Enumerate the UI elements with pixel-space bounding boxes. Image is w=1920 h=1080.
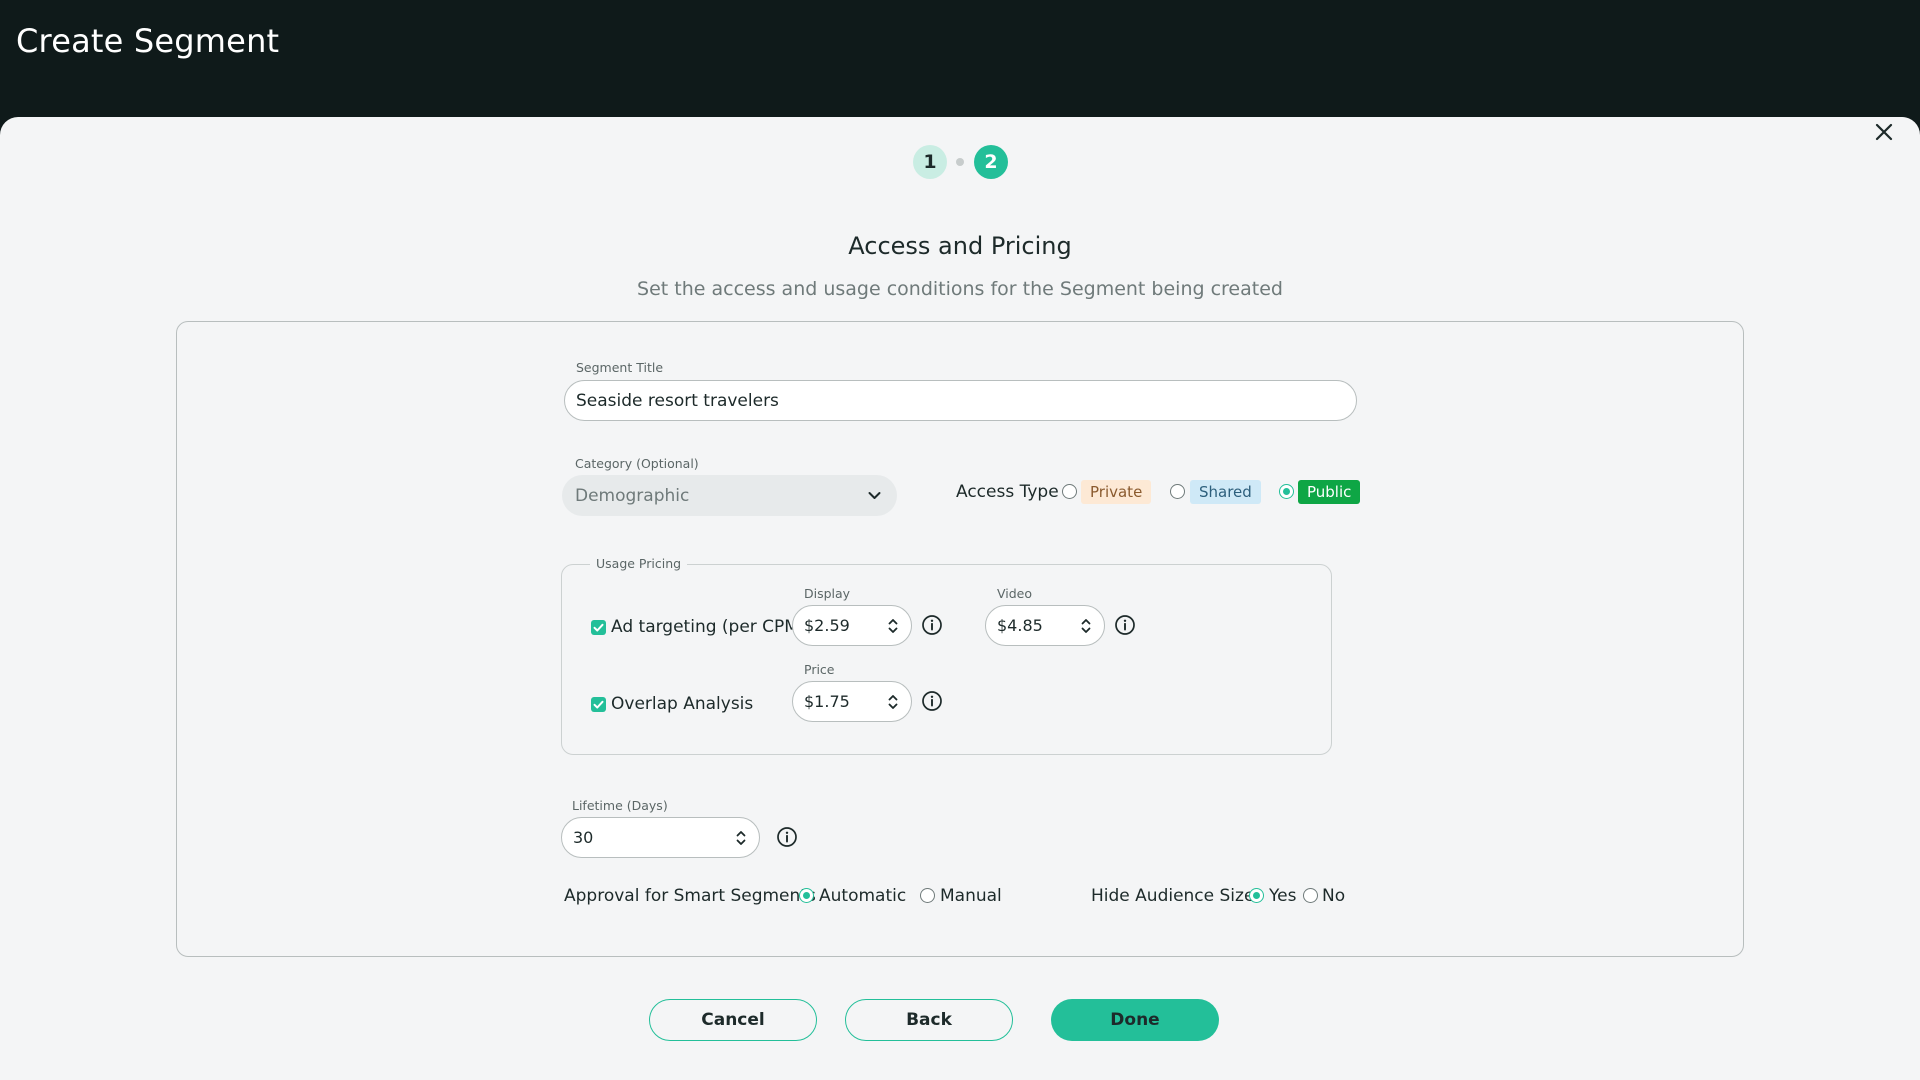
step-2-active[interactable]: 2 (974, 145, 1008, 179)
app-title: Create Segment (16, 22, 280, 60)
hide-audience-yes-label[interactable]: Yes (1269, 886, 1296, 906)
hide-audience-no-radio[interactable] (1303, 888, 1318, 903)
access-type-label: Access Type (956, 482, 1059, 502)
hide-audience-yes-radio[interactable] (1249, 888, 1264, 903)
spinner-arrows-icon[interactable] (887, 617, 899, 635)
info-icon[interactable] (1114, 614, 1136, 636)
category-select[interactable]: Demographic (562, 475, 897, 516)
stepper: 1 2 (913, 145, 1008, 179)
info-icon[interactable] (921, 690, 943, 712)
access-public-badge[interactable]: Public (1298, 480, 1361, 504)
step-connector-dot (956, 158, 964, 166)
display-price-value: $2.59 (804, 616, 850, 635)
ad-targeting-label: Ad targeting (per CPM) (611, 617, 806, 637)
close-button[interactable] (1870, 118, 1898, 146)
approval-label: Approval for Smart Segments (564, 886, 816, 906)
spinner-arrows-icon[interactable] (735, 829, 747, 847)
cancel-button[interactable]: Cancel (649, 999, 817, 1041)
close-icon (1875, 123, 1893, 141)
ad-targeting-checkbox[interactable] (591, 620, 606, 635)
page-subtitle: Set the access and usage conditions for … (637, 278, 1283, 300)
video-price-input[interactable]: $4.85 (985, 605, 1105, 646)
usage-pricing-group (561, 564, 1332, 755)
lifetime-label: Lifetime (Days) (572, 798, 668, 813)
info-icon[interactable] (921, 614, 943, 636)
spinner-arrows-icon[interactable] (887, 693, 899, 711)
step-1[interactable]: 1 (913, 145, 947, 179)
category-label: Category (Optional) (575, 456, 699, 471)
done-button[interactable]: Done (1051, 999, 1219, 1041)
segment-title-value: Seaside resort travelers (576, 390, 779, 411)
hide-audience-size-label: Hide Audience Size (1091, 886, 1255, 906)
approval-manual-radio[interactable] (920, 888, 935, 903)
overlap-price-value: $1.75 (804, 692, 850, 711)
overlap-price-input[interactable]: $1.75 (792, 681, 912, 722)
info-icon[interactable] (776, 826, 798, 848)
display-price-input[interactable]: $2.59 (792, 605, 912, 646)
access-private-badge[interactable]: Private (1081, 480, 1152, 504)
back-button[interactable]: Back (845, 999, 1013, 1041)
access-shared-radio[interactable] (1170, 484, 1185, 499)
spinner-arrows-icon[interactable] (1080, 617, 1092, 635)
segment-title-label: Segment Title (576, 360, 664, 375)
approval-manual-label[interactable]: Manual (940, 886, 1002, 906)
approval-automatic-label[interactable]: Automatic (819, 886, 906, 906)
access-public-radio[interactable] (1279, 484, 1294, 499)
hide-audience-no-label[interactable]: No (1322, 886, 1345, 906)
page-title: Access and Pricing (848, 232, 1072, 260)
lifetime-input[interactable]: 30 (561, 817, 760, 858)
chevron-down-icon (868, 492, 881, 499)
checkmark-icon (593, 623, 604, 632)
video-price-value: $4.85 (997, 616, 1043, 635)
category-selected-value: Demographic (575, 485, 690, 506)
lifetime-value: 30 (573, 828, 594, 847)
overlap-analysis-checkbox[interactable] (591, 697, 606, 712)
overlap-analysis-label: Overlap Analysis (611, 694, 754, 714)
overlap-price-label: Price (804, 662, 835, 677)
usage-pricing-legend: Usage Pricing (590, 556, 688, 571)
approval-automatic-radio[interactable] (799, 888, 814, 903)
app-header: Create Segment (0, 0, 1920, 118)
video-price-label: Video (997, 586, 1033, 601)
access-shared-badge[interactable]: Shared (1190, 480, 1261, 504)
checkmark-icon (593, 700, 604, 709)
access-private-radio[interactable] (1062, 484, 1077, 499)
display-price-label: Display (804, 586, 851, 601)
segment-title-input[interactable]: Seaside resort travelers (564, 380, 1357, 421)
